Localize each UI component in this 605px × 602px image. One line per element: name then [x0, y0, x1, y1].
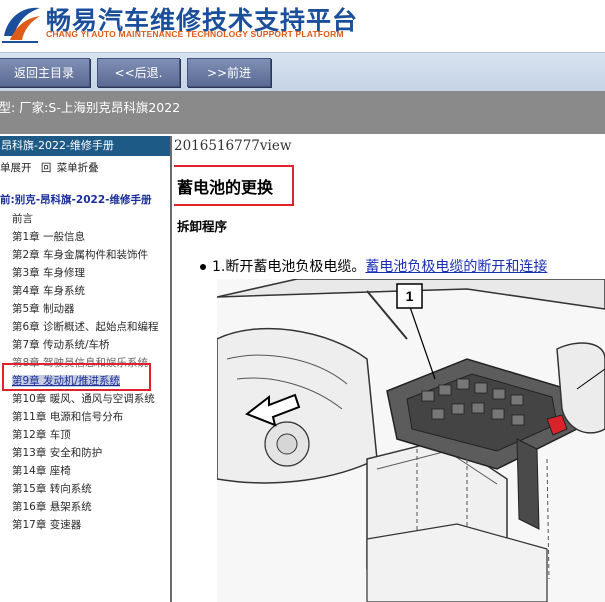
section-heading: 拆卸程序: [177, 219, 228, 234]
nav-bar: 返回主目录 <<后退. >>前进: [0, 52, 605, 91]
collapse-menu-icon[interactable]: 回: [41, 162, 52, 174]
forward-button[interactable]: >>前进: [187, 58, 271, 87]
sidebar-item-label: 第10章 暖风、通风与空调系统: [12, 393, 155, 405]
sidebar-item-ch2[interactable]: 第2章 车身金属构件和装饰件: [0, 246, 170, 264]
sidebar-item-ch6[interactable]: 第6章 诊断概述、起始点和编程: [0, 318, 170, 336]
collapse-menu-link[interactable]: 菜单折叠: [57, 162, 99, 174]
brand-logo-icon: [2, 7, 40, 43]
vehicle-info-text: 车型: 厂家:S-上海别克昂科旗2022: [0, 100, 181, 115]
vehicle-info-bar: 车型: 厂家:S-上海别克昂科旗2022: [0, 91, 605, 134]
sidebar-item-ch12[interactable]: 第12章 车顶: [0, 426, 170, 444]
sidebar-item-label: 前言: [12, 213, 33, 225]
sidebar-item-preface[interactable]: 前言: [0, 210, 170, 228]
sidebar-item-label: 第17章 变速器: [12, 519, 82, 531]
sidebar-item-ch15[interactable]: 第15章 转向系统: [0, 480, 170, 498]
sidebar-item-ch10[interactable]: 第10章 暖风、通风与空调系统: [0, 390, 170, 408]
expand-menu-link[interactable]: 单展开: [0, 162, 32, 174]
home-button[interactable]: 返回主目录: [0, 58, 90, 87]
document-id: 2016516777view: [174, 138, 292, 154]
procedure-step: 1.断开蓄电池负极电缆。蓄电池负极电缆的断开和连接: [200, 256, 547, 276]
site-subtitle: CHANG YI AUTO MAINTENANCE TECHNOLOGY SUP…: [46, 29, 344, 39]
sidebar-item-label: 第6章 诊断概述、起始点和编程: [12, 321, 159, 333]
callout-number: 1: [406, 288, 414, 304]
sidebar-item-label: 第3章 车身修理: [12, 267, 86, 279]
sidebar-item-label: 第11章 电源和信号分布: [12, 411, 124, 423]
sidebar-item-ch4[interactable]: 第4章 车身系统: [0, 282, 170, 300]
content-pane: 2016516777view 蓄电池的更换 拆卸程序 1.断开蓄电池负极电缆。蓄…: [174, 136, 605, 602]
sidebar-item-label: 第5章 制动器: [12, 303, 75, 315]
sidebar-item-label: 第12章 车顶: [12, 429, 71, 441]
sidebar-item-label: 第2章 车身金属构件和装饰件: [12, 249, 149, 261]
sidebar-item-ch16[interactable]: 第16章 悬架系统: [0, 498, 170, 516]
sidebar-item-label: 第1章 一般信息: [12, 231, 86, 243]
sidebar-item-ch17[interactable]: 第17章 变速器: [0, 516, 170, 534]
step-text: 1.断开蓄电池负极电缆。: [212, 259, 366, 275]
sidebar-item-ch1[interactable]: 第1章 一般信息: [0, 228, 170, 246]
bullet-icon: [200, 264, 206, 270]
sidebar-root-item[interactable]: 前:别克-昂科旗-2022-维修手册: [0, 192, 170, 208]
sidebar-item-ch5[interactable]: 第5章 制动器: [0, 300, 170, 318]
sidebar-controls: 单展开 回 菜单折叠: [0, 160, 170, 176]
sidebar-item-label: 第14章 座椅: [12, 465, 71, 477]
back-button[interactable]: <<后退.: [97, 58, 180, 87]
sidebar-item-label: 第16章 悬架系统: [12, 501, 92, 513]
sidebar-highlight-box: [2, 363, 151, 391]
battery-diagram: 1: [217, 279, 605, 602]
sidebar-item-ch3[interactable]: 第3章 车身修理: [0, 264, 170, 282]
sidebar-item-label: 第7章 传动系统/车桥: [12, 339, 110, 351]
sidebar-header: 昂科旗-2022-维修手册: [0, 136, 170, 156]
sidebar-item-ch7[interactable]: 第7章 传动系统/车桥: [0, 336, 170, 354]
sidebar-item-label: 第4章 车身系统: [12, 285, 86, 297]
sidebar-item-label: 第15章 转向系统: [12, 483, 92, 495]
sidebar-item-label: 第13章 安全和防护: [12, 447, 103, 459]
page-title: 蓄电池的更换: [177, 178, 274, 197]
sidebar-item-ch14[interactable]: 第14章 座椅: [0, 462, 170, 480]
step-link[interactable]: 蓄电池负极电缆的断开和连接: [365, 259, 547, 275]
site-header: 畅易汽车维修技术支持平台 CHANG YI AUTO MAINTENANCE T…: [0, 0, 605, 52]
sidebar-item-ch11[interactable]: 第11章 电源和信号分布: [0, 408, 170, 426]
sidebar-item-ch13[interactable]: 第13章 安全和防护: [0, 444, 170, 462]
